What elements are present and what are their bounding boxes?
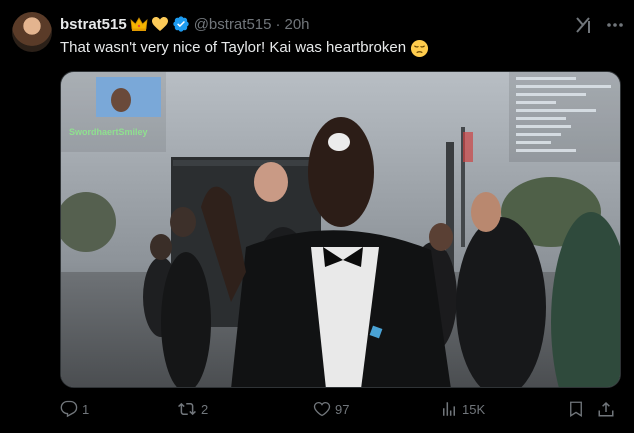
stream-overlay-name: SwordhaertSmiley <box>69 127 148 137</box>
repost-button[interactable]: 2 <box>177 400 208 418</box>
avatar[interactable] <box>12 12 52 52</box>
crown-emoji-icon <box>130 16 148 32</box>
yellow-heart-emoji-icon <box>151 16 169 32</box>
reply-icon <box>60 400 78 418</box>
grok-icon[interactable] <box>572 14 594 36</box>
repost-count: 2 <box>201 401 209 417</box>
like-count: 97 <box>335 401 350 417</box>
pensive-face-emoji-icon <box>410 39 429 58</box>
reply-count: 1 <box>82 401 90 417</box>
like-icon <box>313 401 331 417</box>
video-frame <box>61 72 620 387</box>
post-body: That wasn't very nice of Taylor! Kai was… <box>60 39 407 56</box>
post-header: bstrat515 @bstrat515 · 20h <box>60 14 310 34</box>
more-icon[interactable] <box>604 14 626 36</box>
display-name[interactable]: bstrat515 <box>60 16 127 33</box>
bookmark-icon <box>570 401 582 417</box>
post-timestamp[interactable]: 20h <box>284 16 309 33</box>
views-button[interactable]: 15K <box>440 400 485 418</box>
post-text: That wasn't very nice of Taylor! Kai was… <box>60 38 429 58</box>
verified-badge-icon <box>172 15 190 33</box>
views-count: 15K <box>462 401 486 417</box>
views-icon <box>443 402 455 416</box>
like-button[interactable]: 97 <box>313 400 349 418</box>
bookmark-button[interactable] <box>567 400 585 418</box>
share-button[interactable] <box>597 400 615 418</box>
user-handle[interactable]: @bstrat515 <box>194 16 272 33</box>
action-bar: 1 2 97 15K <box>60 400 621 424</box>
repost-icon <box>178 402 196 416</box>
video-media[interactable]: SwordhaertSmiley <box>60 71 621 388</box>
reply-button[interactable]: 1 <box>60 400 89 418</box>
separator-dot: · <box>275 15 281 33</box>
share-icon <box>598 401 614 417</box>
